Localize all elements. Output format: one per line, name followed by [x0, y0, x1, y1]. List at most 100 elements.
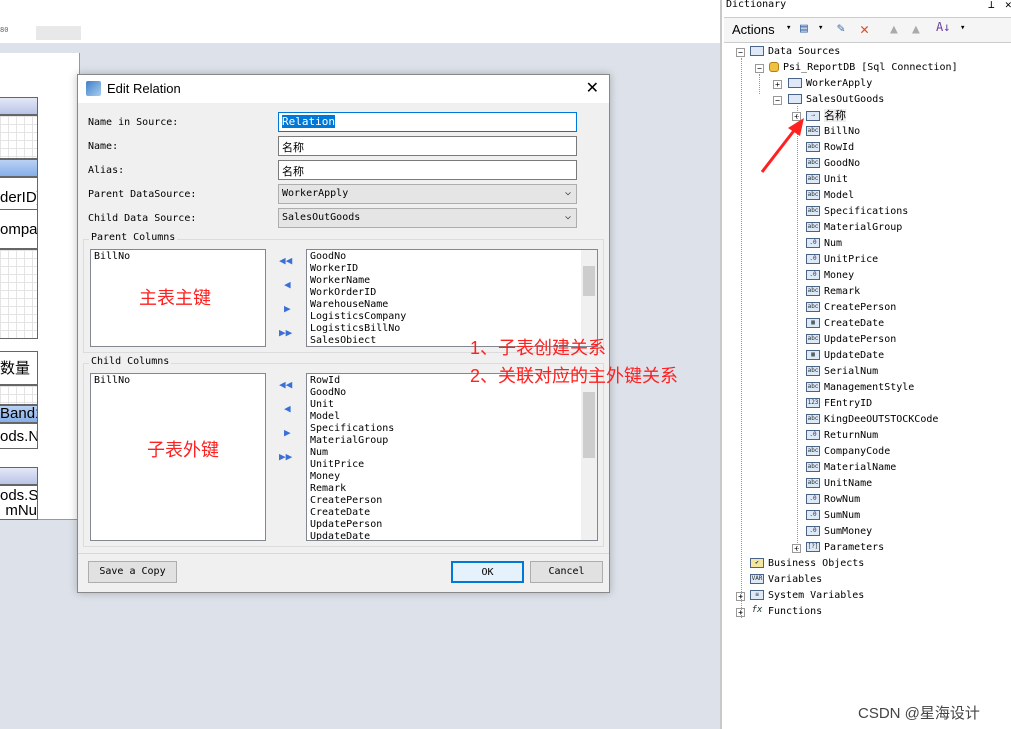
add-all-icon[interactable]: ◀◀ — [279, 378, 292, 391]
tree-item-field[interactable]: abc GoodNo — [806, 156, 860, 172]
tree-item-field[interactable]: abc Remark — [806, 284, 860, 300]
tree-item-field[interactable]: abc MaterialGroup — [806, 220, 902, 236]
tree-item-field[interactable]: abc MaterialName — [806, 460, 896, 476]
list-item[interactable]: UpdateDate — [310, 531, 594, 540]
band[interactable] — [0, 385, 38, 405]
band[interactable] — [0, 249, 38, 339]
list-item[interactable]: Unit — [310, 399, 594, 411]
tree-item-parameters[interactable]: [?] Parameters — [806, 540, 884, 556]
tree-item-field[interactable]: .0 UnitPrice — [806, 252, 878, 268]
band[interactable] — [0, 115, 38, 159]
tree-item-field[interactable]: abc BillNo — [806, 124, 860, 140]
list-item[interactable]: WorkerID — [310, 263, 594, 275]
collapse-icon[interactable]: − — [755, 64, 764, 73]
name-input[interactable]: 名称 — [278, 136, 577, 156]
list-item[interactable]: MaterialGroup — [310, 435, 594, 447]
list-item[interactable]: Num — [310, 447, 594, 459]
collapse-icon[interactable]: − — [736, 48, 745, 57]
list-item[interactable]: WarehouseName — [310, 299, 594, 311]
edit-icon[interactable]: ✎ — [837, 21, 845, 36]
move-up-icon[interactable]: ▲ — [890, 22, 898, 37]
tree-item-field[interactable]: abc RowId — [806, 140, 854, 156]
cancel-button[interactable]: Cancel — [530, 561, 603, 583]
scrollbar[interactable] — [581, 250, 597, 346]
add-all-icon[interactable]: ◀◀ — [279, 254, 292, 267]
tree-item-field[interactable]: .0 SumMoney — [806, 524, 872, 540]
expand-icon[interactable]: + — [773, 80, 782, 89]
tree-item-data-sources[interactable]: Data Sources — [750, 44, 840, 60]
band-cell[interactable]: ods.S mNu — [0, 485, 38, 520]
list-item[interactable]: GoodNo — [310, 387, 594, 399]
chevron-down-icon[interactable]: ▾ — [818, 23, 823, 33]
sort-icon[interactable]: A↓ — [936, 20, 950, 34]
tree-item-system-variables[interactable]: ≡ System Variables — [750, 588, 864, 604]
close-icon[interactable]: ✕ — [586, 78, 599, 98]
tree-item-relation[interactable]: ⇢ 名称 — [806, 108, 846, 124]
actions-menu[interactable]: Actions — [732, 22, 775, 37]
list-item[interactable]: UnitPrice — [310, 459, 594, 471]
parent-datasource-select[interactable]: WorkerApply ⌵ — [278, 184, 577, 204]
list-item[interactable]: UpdatePerson — [310, 519, 594, 531]
band-cell[interactable]: ods.N — [0, 423, 38, 449]
tree-item-field[interactable]: ▦ CreateDate — [806, 316, 884, 332]
tree-item-field[interactable]: abc Unit — [806, 172, 848, 188]
child-datasource-select[interactable]: SalesOutGoods ⌵ — [278, 208, 577, 228]
tree-item-field[interactable]: .0 SumNum — [806, 508, 860, 524]
alias-input[interactable]: 名称 — [278, 160, 577, 180]
tree-item-field[interactable]: 123 FEntryID — [806, 396, 872, 412]
tree-item-field[interactable]: abc CreatePerson — [806, 300, 896, 316]
add-icon[interactable]: ◀ — [284, 278, 291, 291]
tree-item-functions[interactable]: fx Functions — [750, 604, 823, 620]
new-datasource-icon[interactable]: ▤ — [800, 21, 808, 36]
move-down-icon[interactable]: ▲ — [912, 22, 920, 37]
remove-all-icon[interactable]: ▶▶ — [279, 450, 292, 463]
tree-item-field[interactable]: abc UpdatePerson — [806, 332, 896, 348]
save-copy-button[interactable]: Save a Copy — [88, 561, 177, 583]
list-item[interactable]: BillNo — [94, 375, 262, 387]
list-item[interactable]: CreatePerson — [310, 495, 594, 507]
add-icon[interactable]: ◀ — [284, 402, 291, 415]
remove-icon[interactable]: ▶ — [284, 426, 291, 439]
tree-item-business-objects[interactable]: ✔ Business Objects — [750, 556, 864, 572]
list-item[interactable]: GoodNo — [310, 251, 594, 263]
tree-item-table[interactable]: WorkerApply — [788, 76, 872, 92]
tree-item-field[interactable]: abc ManagementStyle — [806, 380, 914, 396]
tree-item-field[interactable]: .0 RowNum — [806, 492, 860, 508]
list-item[interactable]: BillNo — [94, 251, 262, 263]
tree-item-field[interactable]: .0 ReturnNum — [806, 428, 878, 444]
tree-item-field[interactable]: abc SerialNum — [806, 364, 878, 380]
chevron-down-icon[interactable]: ▾ — [786, 23, 791, 33]
band-header[interactable] — [0, 159, 38, 177]
tree-item-field[interactable]: abc Specifications — [806, 204, 908, 220]
tree-item-connection[interactable]: Psi_ReportDB [Sql Connection] — [769, 60, 958, 76]
scrollbar[interactable] — [581, 374, 597, 540]
band-header[interactable] — [0, 97, 38, 115]
band-header[interactable]: Band1 — [0, 405, 38, 423]
tree-item-field[interactable]: .0 Num — [806, 236, 842, 252]
list-item[interactable]: Money — [310, 471, 594, 483]
close-icon[interactable]: ✕ — [1005, 0, 1011, 11]
list-item[interactable]: Model — [310, 411, 594, 423]
list-item[interactable]: Remark — [310, 483, 594, 495]
delete-icon[interactable]: ✕ — [860, 20, 869, 38]
tree-item-table[interactable]: SalesOutGoods — [788, 92, 884, 108]
list-item[interactable]: WorkOrderID — [310, 287, 594, 299]
ok-button[interactable]: OK — [451, 561, 524, 583]
remove-all-icon[interactable]: ▶▶ — [279, 326, 292, 339]
list-item[interactable]: WorkerName — [310, 275, 594, 287]
tree-item-field[interactable]: .0 Money — [806, 268, 854, 284]
pin-icon[interactable]: ⊥ — [988, 0, 995, 11]
child-available-list[interactable]: RowId GoodNo Unit Model Specifications Materi… — [306, 373, 598, 541]
list-item[interactable]: Specifications — [310, 423, 594, 435]
band-cell[interactable]: ompa — [0, 209, 38, 249]
chevron-down-icon[interactable]: ▾ — [960, 23, 965, 33]
tree-item-field[interactable]: abc Model — [806, 188, 854, 204]
tree-item-field[interactable]: abc KingDeeOUTSTOCKCode — [806, 412, 938, 428]
tree-item-variables[interactable]: VAR Variables — [750, 572, 822, 588]
tree-item-field[interactable]: abc UnitName — [806, 476, 872, 492]
tree-item-field[interactable]: abc CompanyCode — [806, 444, 890, 460]
parent-available-list[interactable]: GoodNo WorkerID WorkerName WorkOrderID Wareh… — [306, 249, 598, 347]
report-page[interactable]: derID] ompa 数量 Band1 ods.N ods.SmNu — [0, 53, 80, 520]
list-item[interactable]: LogisticsCompany — [310, 311, 594, 323]
tree-item-field[interactable]: ▦ UpdateDate — [806, 348, 884, 364]
